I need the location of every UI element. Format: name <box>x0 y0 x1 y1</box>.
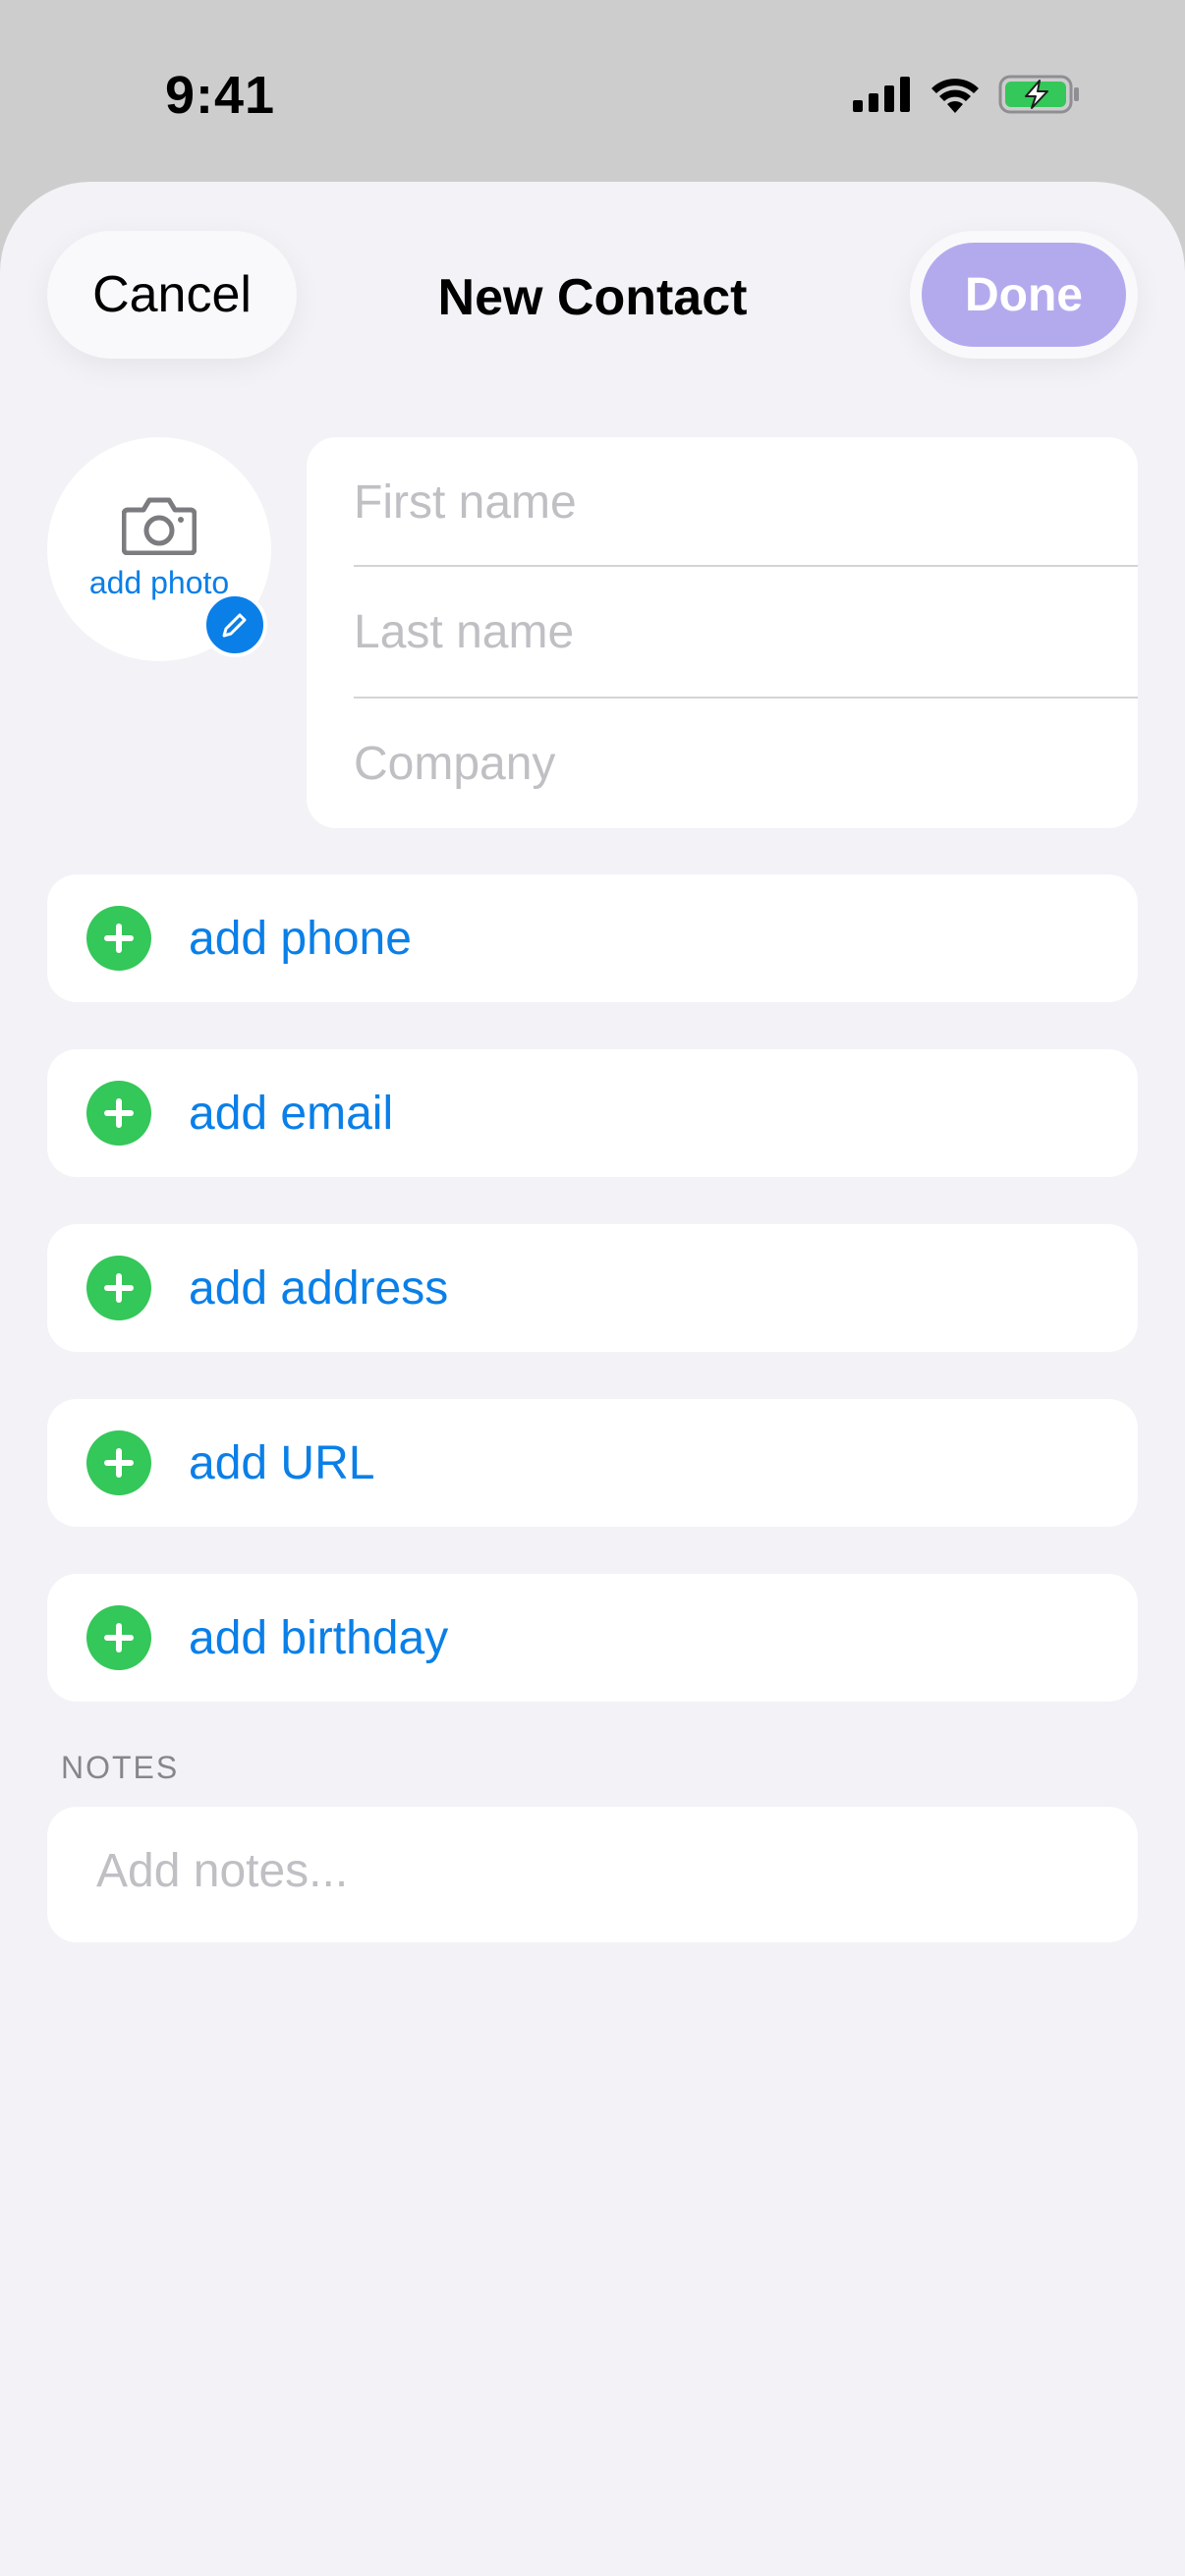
status-time: 9:41 <box>165 66 276 125</box>
add-birthday-label: add birthday <box>189 1612 449 1664</box>
add-phone-row[interactable]: add phone <box>47 874 1138 1002</box>
add-birthday-row[interactable]: add birthday <box>47 1574 1138 1702</box>
add-phone-label: add phone <box>189 913 412 965</box>
notes-field[interactable] <box>47 1807 1138 1942</box>
status-icons <box>853 73 1081 116</box>
add-address-label: add address <box>189 1262 449 1315</box>
notes-section-header: NOTES <box>61 1750 180 1785</box>
battery-charging-icon <box>998 75 1079 114</box>
add-url-label: add URL <box>189 1437 375 1489</box>
pencil-icon <box>222 613 247 638</box>
wifi-icon <box>931 79 979 113</box>
name-fields-card <box>307 437 1138 828</box>
add-circle-icon <box>86 1256 151 1320</box>
camera-icon <box>122 497 197 555</box>
add-circle-icon <box>86 906 151 971</box>
add-address-row[interactable]: add address <box>47 1224 1138 1352</box>
add-circle-icon <box>86 1430 151 1495</box>
add-email-label: add email <box>189 1088 394 1140</box>
add-url-row[interactable]: add URL <box>47 1399 1138 1527</box>
new-contact-sheet: Cancel New Contact Done add photo add ph… <box>0 182 1185 2576</box>
cellular-signal-icon <box>853 77 910 112</box>
first-name-field[interactable] <box>354 437 1138 567</box>
edit-photo-button[interactable] <box>202 592 267 657</box>
add-email-row[interactable]: add email <box>47 1049 1138 1177</box>
company-field[interactable] <box>354 699 1138 828</box>
add-circle-icon <box>86 1605 151 1670</box>
last-name-field[interactable] <box>354 567 1138 697</box>
done-button[interactable]: Done <box>922 243 1126 347</box>
status-bar: 9:41 <box>0 0 1185 182</box>
done-button-container: Done <box>910 231 1138 359</box>
add-circle-icon <box>86 1081 151 1146</box>
